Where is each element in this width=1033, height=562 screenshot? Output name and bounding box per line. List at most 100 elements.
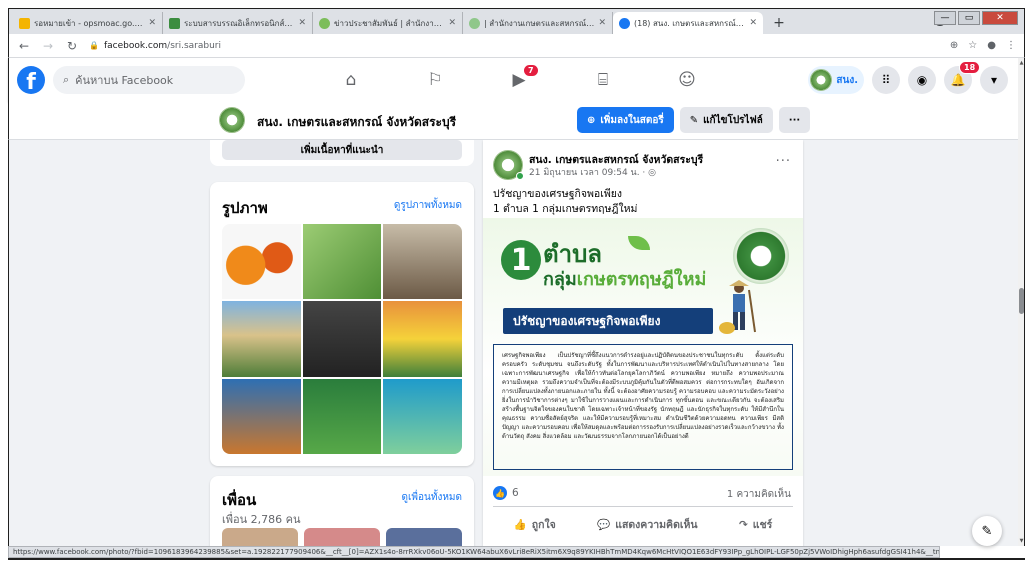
more-options-button[interactable]: ··· (778, 107, 811, 133)
url-field[interactable]: 🔒 facebook.com/sri.saraburi (89, 41, 940, 51)
divider (493, 506, 793, 507)
edit-profile-button[interactable]: ✎ แก้ไขโปรไฟล์ (679, 107, 773, 133)
bookmark-star-icon[interactable]: ☆ (968, 40, 977, 51)
watch-badge: 7 (523, 64, 539, 77)
watch-tab[interactable]: ▶ 7 (477, 58, 561, 102)
tab-close-icon[interactable]: ✕ (598, 18, 606, 28)
groups-icon: ☺ (678, 70, 696, 90)
grid-icon: ⠿ (881, 73, 891, 87)
photo-thumbnail[interactable] (302, 224, 382, 300)
suggest-card: เพิ่มเนื้อหาที่แนะนำ (210, 140, 474, 166)
frame-border (8, 558, 1025, 560)
browser-tab[interactable]: ระบบสารบรรณอิเล็กทรอนิกส์จังหวัดสระ ✕ (163, 12, 313, 34)
zoom-icon[interactable]: ⊕ (950, 40, 958, 51)
marketplace-tab[interactable]: ⌸ (561, 58, 645, 102)
page-scrollbar[interactable]: ▲ ▼ (1018, 58, 1025, 546)
new-tab-button[interactable]: + (769, 13, 789, 33)
pencil-icon: ✎ (689, 114, 699, 126)
profile-chip[interactable]: สนง. (808, 66, 864, 94)
tab-close-icon[interactable]: ✕ (448, 18, 456, 28)
scroll-down-arrow-icon[interactable]: ▼ (1018, 538, 1025, 544)
groups-tab[interactable]: ☺ (645, 58, 729, 102)
farmer-icon (719, 280, 756, 334)
facebook-top-nav: f ⌕ ค้นหาบน Facebook ⌂ ⚐ ▶ 7 ⌸ ☺ สนง. ⠿ … (8, 58, 1018, 102)
share-label: แชร์ (752, 519, 773, 531)
thumbs-up-icon: 👍 (513, 519, 527, 531)
scroll-up-arrow-icon[interactable]: ▲ (1018, 60, 1025, 66)
edit-profile-label: แก้ไขโปรไฟล์ (703, 114, 763, 126)
photo-thumbnail[interactable] (222, 378, 301, 454)
notifications-button[interactable]: 🔔 18 (944, 61, 981, 94)
home-icon: ⌂ (345, 70, 357, 90)
home-tab[interactable]: ⌂ (309, 58, 393, 102)
reaction-summary[interactable]: 👍 6 (493, 486, 519, 500)
suggest-content-button[interactable]: เพิ่มเนื้อหาที่แนะนำ (222, 140, 462, 160)
forward-arrow-icon[interactable]: → (41, 39, 55, 53)
friend-thumbnail[interactable] (222, 528, 298, 546)
facebook-favicon-icon (619, 17, 630, 29)
messenger-icon: ◉ (916, 73, 928, 87)
menu-grid-button[interactable]: ⠿ (872, 66, 900, 94)
photo-thumbnail[interactable] (383, 224, 462, 300)
see-all-friends-link[interactable]: ดูเพื่อนทั้งหมด (402, 490, 463, 505)
pages-tab[interactable]: ⚐ (393, 58, 477, 102)
post-timestamp[interactable]: 21 มิถุนายน เวลา 09:54 น. · ◎ (529, 165, 656, 179)
photo-thumbnail[interactable] (302, 301, 382, 377)
maximize-button[interactable]: ▭ (958, 11, 980, 25)
account-menu-button[interactable]: ▾ (980, 66, 1008, 94)
browser-tab[interactable]: รอหมายเข้า - opsmoac.go.th - Sm ✕ (13, 12, 163, 34)
profile-name: สนง. (836, 74, 858, 86)
friend-thumbnail[interactable] (304, 528, 380, 546)
messenger-button[interactable]: ◉ (908, 66, 936, 94)
page-title[interactable]: สนง. เกษตรและสหกรณ์ จังหวัดสระบุรี (257, 113, 456, 132)
browser-tab[interactable]: ข่าวประชาสัมพันธ์ | สำนักงานเกษตรฯ ✕ (313, 12, 463, 34)
close-window-button[interactable]: ✕ (982, 11, 1018, 25)
minimize-button[interactable]: — (934, 11, 956, 25)
profile-avatar (810, 69, 833, 91)
photos-card: รูปภาพ ดูรูปภาพทั้งหมด (210, 182, 474, 466)
photo-thumbnail[interactable] (383, 378, 462, 454)
page-body: เพิ่มเนื้อหาที่แนะนำ รูปภาพ ดูรูปภาพทั้ง… (8, 140, 1018, 546)
browser-tab[interactable]: | สำนักงานเกษตรและสหกรณ์ จังหวัดสระ ✕ (463, 12, 613, 34)
leaf-icon (628, 236, 650, 250)
page-avatar[interactable] (219, 107, 245, 133)
photo-thumbnail[interactable] (222, 224, 301, 300)
like-button[interactable]: 👍 ถูกใจ (506, 512, 564, 537)
tab-title: รอหมายเข้า - opsmoac.go.th - Sm (34, 18, 144, 28)
comment-button[interactable]: 💬 แสดงความคิดเห็น (589, 512, 705, 537)
share-button[interactable]: ↷ แชร์ (731, 512, 780, 537)
lock-icon[interactable]: 🔒 (89, 41, 99, 50)
post-actions: 👍 ถูกใจ 💬 แสดงความคิดเห็น ↷ แชร์ (493, 512, 793, 537)
photo-thumbnail[interactable] (302, 378, 382, 454)
facebook-logo-icon[interactable]: f (17, 66, 45, 94)
photo-thumbnail[interactable] (222, 301, 301, 377)
post-options-button[interactable]: ··· (776, 154, 791, 169)
ministry-seal-icon (733, 228, 789, 284)
scrollbar-thumb[interactable] (1019, 288, 1024, 314)
post-text-line: 1 ตำบล 1 กลุ่มเกษตรทฤษฎีใหม่ (493, 203, 638, 215)
account-icon[interactable]: ● (987, 40, 996, 51)
friends-card: เพื่อน ดูเพื่อนทั้งหมด เพื่อน 2,786 คน (210, 476, 474, 546)
back-arrow-icon[interactable]: ← (17, 39, 31, 53)
add-to-story-label: เพิ่มลงในสตอรี่ (600, 114, 664, 126)
add-to-story-button[interactable]: ⊕ เพิ่มลงในสตอรี่ (577, 107, 674, 133)
bell-icon: 🔔 (950, 73, 966, 87)
new-message-button[interactable]: ✎ (972, 516, 1002, 546)
store-icon: ⌸ (597, 70, 609, 90)
photo-thumbnail[interactable] (383, 301, 462, 377)
tab-close-icon[interactable]: ✕ (749, 18, 757, 28)
comment-count[interactable]: 1 ความคิดเห็น (727, 487, 791, 502)
see-all-photos-link[interactable]: ดูรูปภาพทั้งหมด (394, 198, 462, 213)
tab-close-icon[interactable]: ✕ (148, 18, 156, 28)
browser-tab-active[interactable]: (18) สนง. เกษตรและสหกรณ์ จังหวัดส ✕ (613, 12, 763, 34)
search-input[interactable]: ⌕ ค้นหาบน Facebook (53, 66, 245, 94)
post-image[interactable]: 1 ตำบล กลุ่มเกษตรทฤษฎีใหม่ ปรัชญาของเศรษ… (483, 218, 803, 476)
like-label: ถูกใจ (531, 519, 556, 531)
reload-icon[interactable]: ↻ (65, 39, 79, 53)
friend-thumbnail[interactable] (386, 528, 462, 546)
infographic-banner: ปรัชญาของเศรษฐกิจพอเพียง (503, 308, 713, 334)
browser-menu-icon[interactable]: ⋮ (1006, 40, 1016, 51)
friends-count: เพื่อน 2,786 คน (222, 513, 301, 526)
tab-close-icon[interactable]: ✕ (298, 18, 306, 28)
compose-icon: ✎ (981, 523, 993, 539)
